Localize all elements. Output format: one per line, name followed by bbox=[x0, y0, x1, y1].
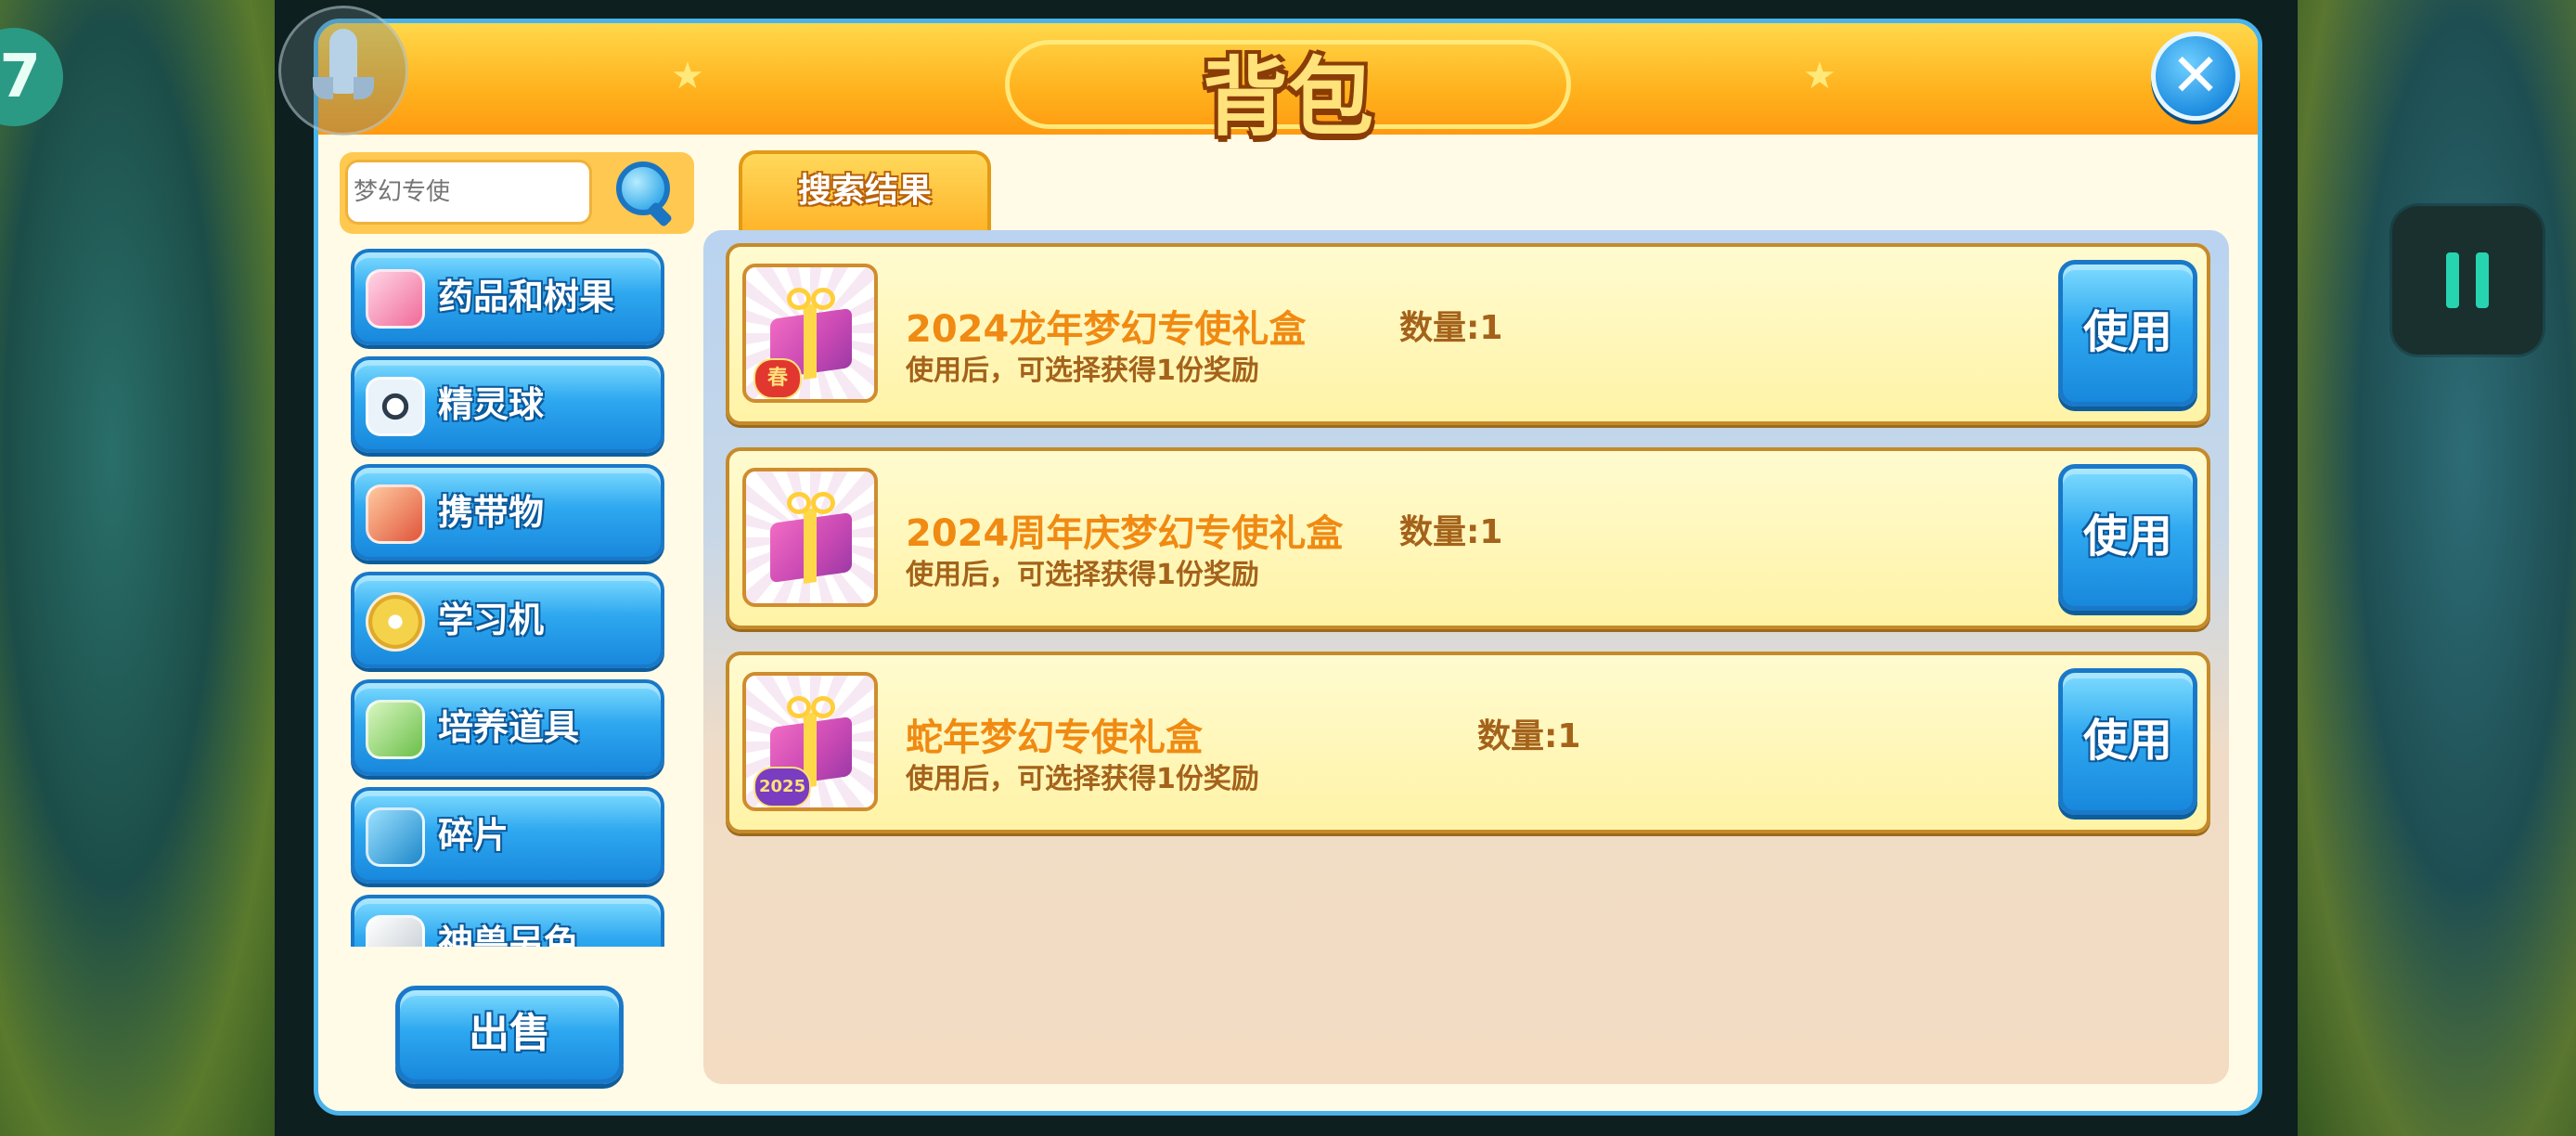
category-item-medicine[interactable]: 药品和树果 bbox=[351, 249, 664, 345]
item-count: 数量:1 bbox=[1399, 513, 1503, 551]
list-item: 2024周年庆梦幻专使礼盒 数量:1 使用后，可选择获得1份奖励 使用 bbox=[726, 447, 2210, 629]
category-item-legendary[interactable]: 神兽另色 bbox=[351, 895, 664, 947]
item-badge: 春 bbox=[753, 358, 802, 399]
category-label: 药品和树果 bbox=[438, 277, 615, 317]
search-icon[interactable] bbox=[611, 158, 676, 228]
pause-button[interactable] bbox=[2392, 206, 2543, 355]
search-input[interactable] bbox=[345, 160, 592, 225]
pokeball-icon bbox=[366, 377, 425, 436]
item-list: 春 2024龙年梦幻专使礼盒 数量:1 使用后，可选择获得1份奖励 使用 202… bbox=[703, 230, 2229, 1084]
use-button[interactable]: 使用 bbox=[2058, 260, 2197, 407]
item-name: 2024龙年梦幻专使礼盒 bbox=[906, 308, 1307, 351]
tab-search-results[interactable]: 搜索结果 bbox=[739, 150, 991, 230]
category-item-tm[interactable]: 学习机 bbox=[351, 572, 664, 668]
potion-icon bbox=[366, 269, 425, 329]
category-item-training[interactable]: 培养道具 bbox=[351, 679, 664, 776]
disc-icon bbox=[366, 592, 425, 652]
category-item-held[interactable]: 携带物 bbox=[351, 464, 664, 561]
held-item-icon bbox=[366, 484, 425, 544]
page-title: 背包 bbox=[1202, 48, 1373, 148]
category-label: 培养道具 bbox=[438, 707, 580, 748]
item-count: 数量:1 bbox=[1399, 309, 1503, 347]
category-item-pokeball[interactable]: 精灵球 bbox=[351, 356, 664, 453]
category-list: 药品和树果 精灵球 携带物 学习机 培养道具 碎片 神兽另色 bbox=[351, 249, 672, 947]
gift-box-icon bbox=[742, 468, 878, 607]
use-button[interactable]: 使用 bbox=[2058, 668, 2197, 815]
item-description: 使用后，可选择获得1份奖励 bbox=[906, 763, 1259, 795]
item-count: 数量:1 bbox=[1477, 717, 1581, 755]
rocket-icon[interactable] bbox=[278, 6, 408, 136]
item-name: 蛇年梦幻专使礼盒 bbox=[906, 716, 1203, 759]
list-item: 春 2024龙年梦幻专使礼盒 数量:1 使用后，可选择获得1份奖励 使用 bbox=[726, 243, 2210, 425]
item-name: 2024周年庆梦幻专使礼盒 bbox=[906, 512, 1344, 555]
game-background-right bbox=[2298, 0, 2576, 1136]
item-badge: 2025 bbox=[753, 767, 812, 807]
gift-box-icon: 春 bbox=[742, 264, 878, 403]
pause-icon bbox=[2446, 252, 2459, 308]
sell-button[interactable]: 出售 bbox=[395, 986, 624, 1084]
legendary-shiny-icon bbox=[366, 915, 425, 947]
use-button[interactable]: 使用 bbox=[2058, 464, 2197, 611]
category-label: 精灵球 bbox=[438, 384, 545, 425]
side-badge[interactable]: 7 bbox=[0, 28, 63, 126]
category-label: 碎片 bbox=[438, 815, 509, 856]
gift-box-icon: 2025 bbox=[742, 672, 878, 811]
item-description: 使用后，可选择获得1份奖励 bbox=[906, 355, 1259, 387]
training-item-icon bbox=[366, 700, 425, 759]
category-item-fragment[interactable]: 碎片 bbox=[351, 787, 664, 884]
close-icon: ✕ bbox=[2170, 42, 2221, 110]
category-label: 学习机 bbox=[438, 600, 545, 640]
close-button[interactable]: ✕ bbox=[2151, 32, 2240, 121]
item-description: 使用后，可选择获得1份奖励 bbox=[906, 559, 1259, 591]
puzzle-piece-icon bbox=[366, 807, 425, 867]
search-bar bbox=[340, 152, 694, 234]
list-item: 2025 蛇年梦幻专使礼盒 数量:1 使用后，可选择获得1份奖励 使用 bbox=[726, 652, 2210, 833]
title-bar: ★ ★ 背包 bbox=[318, 23, 2258, 148]
category-label: 携带物 bbox=[438, 492, 545, 533]
game-background-left: 7 bbox=[0, 0, 278, 1136]
category-label: 神兽另色 bbox=[438, 923, 580, 947]
